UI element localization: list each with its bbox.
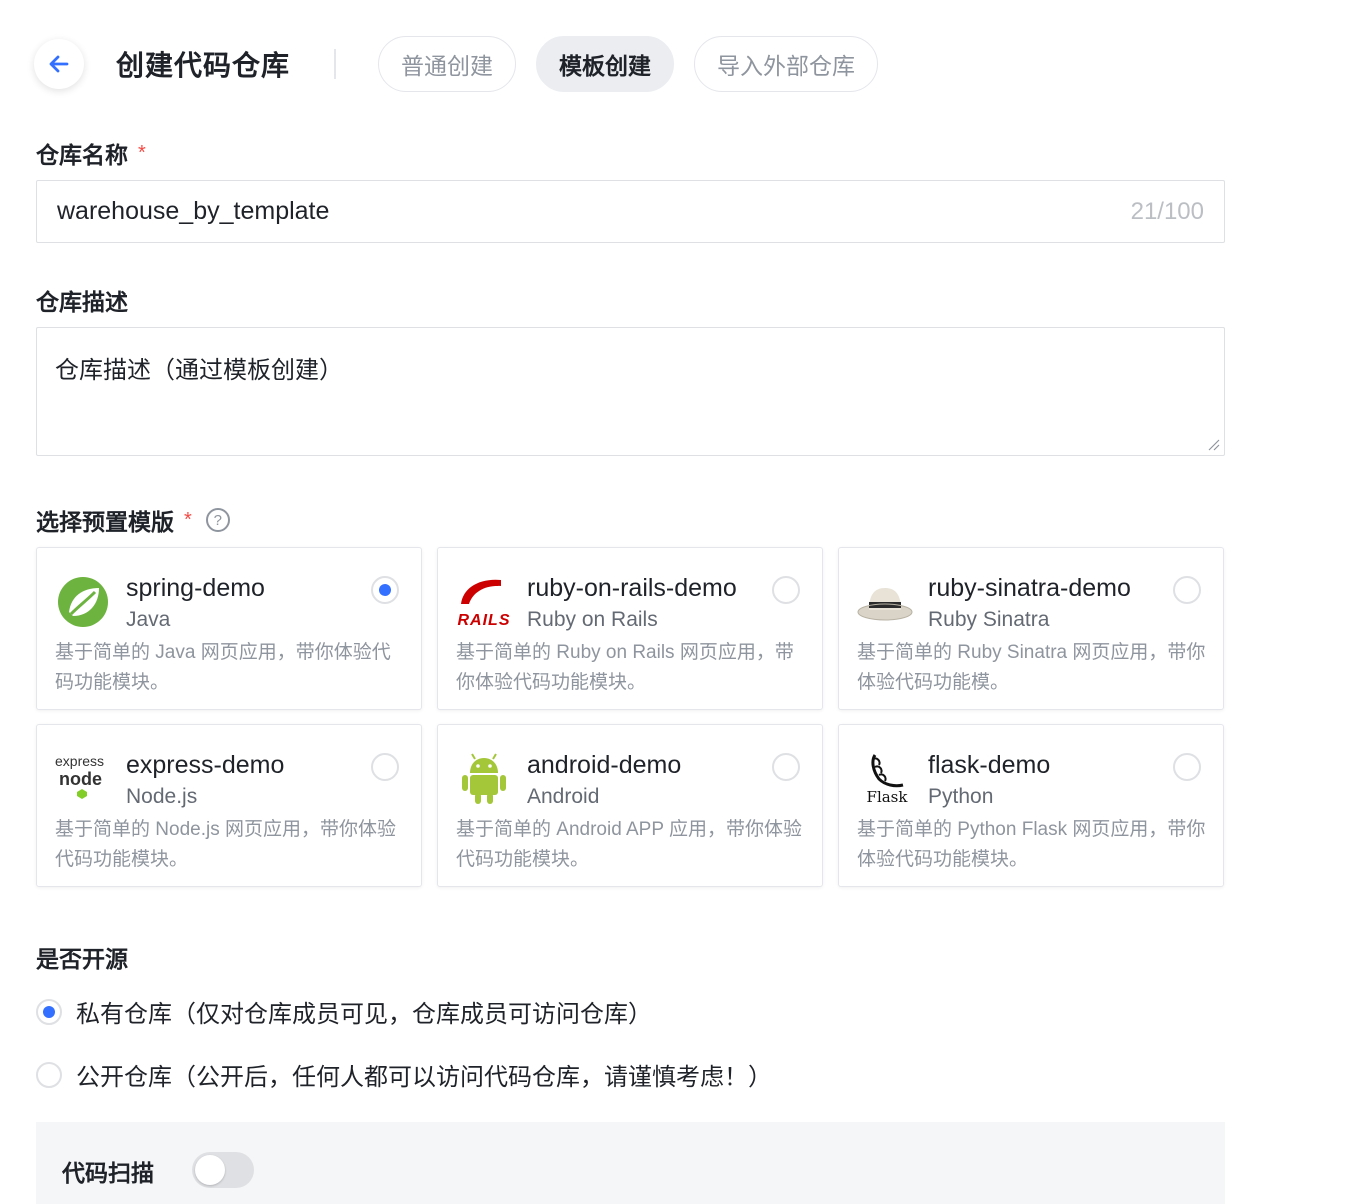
tab-import-external[interactable]: 导入外部仓库 [694,36,879,92]
repo-name-label: 仓库名称 * [36,136,146,170]
template-label-text: 选择预置模版 [36,509,174,535]
flask-logo-text: Flask [866,788,908,806]
template-lang: Java [126,608,171,631]
node-logo-text: node [59,769,102,789]
template-lang: Node.js [126,785,198,808]
template-name: ruby-on-rails-demo [527,574,737,602]
back-button[interactable] [34,39,84,89]
template-radio[interactable] [772,753,800,781]
template-name: ruby-sinatra-demo [928,574,1131,602]
required-mark: * [138,141,146,164]
repo-desc-label-text: 仓库描述 [36,289,128,315]
template-name: express-demo [126,751,285,779]
template-radio[interactable] [1173,576,1201,604]
template-radio[interactable] [371,753,399,781]
template-lang: Ruby Sinatra [928,608,1050,631]
repo-desc-textarea[interactable]: 仓库描述（通过模板创建） [55,350,1206,430]
template-card-express-demo[interactable]: express node express-demo Node.js 基于简单的 … [36,724,422,887]
template-label: 选择预置模版 * ? [36,503,230,537]
code-scan-toggle[interactable] [192,1152,254,1188]
repo-name-field: 21/100 [36,180,1225,243]
public-repo-radio[interactable] [36,1061,62,1088]
code-scan-label: 代码扫描 [62,1160,154,1186]
private-repo-text: 私有仓库（仅对仓库成员可见，仓库成员可访问仓库） [76,1001,652,1028]
tab-template-create[interactable]: 模板创建 [536,36,675,92]
char-counter: 21/100 [1130,197,1204,225]
template-card-flask-demo[interactable]: Flask flask-demo Python 基于简单的 Python Fla… [838,724,1224,887]
express-logo-text: express [55,753,105,769]
private-repo-option[interactable]: 私有仓库（仅对仓库成员可见，仓库成员可访问仓库） [36,994,652,1029]
template-card-ruby-sinatra-demo[interactable]: ruby-sinatra-demo Ruby Sinatra 基于简单的 Rub… [838,547,1224,710]
template-radio[interactable] [371,576,399,604]
header-divider [334,49,337,79]
template-lang: Android [527,785,600,808]
repo-name-input[interactable] [57,197,1131,226]
arrow-left-icon [49,55,69,73]
public-repo-option[interactable]: 公开仓库（公开后，任何人都可以访问代码仓库，请谨慎考虑！） [36,1057,772,1092]
sinatra-hat-icon [857,574,913,630]
spring-logo-icon [55,574,111,630]
create-mode-tabs: 普通创建 模板创建 导入外部仓库 [378,36,879,92]
rails-logo-icon: RAILS [456,574,512,630]
question-circle-icon[interactable]: ? [205,508,230,532]
code-scan-panel: 代码扫描 [36,1122,1225,1204]
express-node-logo-icon: express node [55,753,111,809]
private-repo-radio[interactable] [36,998,62,1025]
toggle-knob [195,1155,225,1185]
tab-normal-create[interactable]: 普通创建 [378,36,517,92]
template-desc: 基于简单的 Ruby Sinatra 网页应用，带你体验代码功能模。 [857,642,1206,693]
page-header: 创建代码仓库 普通创建 模板创建 导入外部仓库 [34,34,879,94]
resize-handle-icon[interactable] [1206,437,1220,451]
template-card-spring-demo[interactable]: spring-demo Java 基于简单的 Java 网页应用，带你体验代码功… [36,547,422,710]
template-radio[interactable] [772,576,800,604]
template-name: spring-demo [126,574,265,602]
public-repo-text: 公开仓库（公开后，任何人都可以访问代码仓库，请谨慎考虑！） [76,1064,772,1091]
required-mark: * [184,508,192,531]
template-desc: 基于简单的 Ruby on Rails 网页应用，带你体验代码功能模块。 [456,642,794,693]
visibility-label: 是否开源 [36,940,128,974]
template-lang: Ruby on Rails [527,608,658,631]
template-desc: 基于简单的 Java 网页应用，带你体验代码功能模块。 [55,642,391,693]
template-lang: Python [928,785,994,808]
template-desc: 基于简单的 Android APP 应用，带你体验代码功能模块。 [456,819,802,870]
repo-desc-label: 仓库描述 [36,283,128,317]
template-name: flask-demo [928,751,1051,779]
repo-desc-field: 仓库描述（通过模板创建） [36,327,1225,456]
template-radio[interactable] [1173,753,1201,781]
flask-logo-icon: Flask [857,751,913,807]
rails-logo-text: RAILS [457,612,511,629]
android-logo-icon [456,751,512,807]
repo-name-label-text: 仓库名称 [36,142,128,168]
template-name: android-demo [527,751,682,779]
template-card-android-demo[interactable]: android-demo Android 基于简单的 Android APP 应… [437,724,823,887]
visibility-label-text: 是否开源 [36,946,128,972]
template-desc: 基于简单的 Python Flask 网页应用，带你体验代码功能模块。 [857,819,1206,870]
page-title: 创建代码仓库 [116,50,291,81]
template-card-ruby-on-rails-demo[interactable]: RAILS ruby-on-rails-demo Ruby on Rails 基… [437,547,823,710]
template-desc: 基于简单的 Node.js 网页应用，带你体验代码功能模块。 [55,819,396,870]
